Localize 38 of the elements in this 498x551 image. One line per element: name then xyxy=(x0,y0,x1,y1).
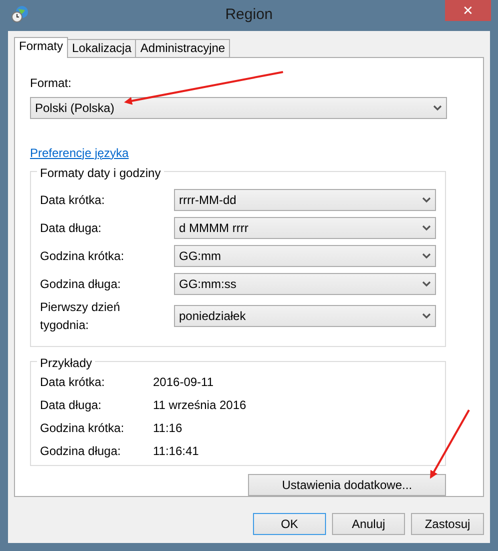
dropdown[interactable]: GG:mm xyxy=(174,245,436,268)
example-value: 11 września 2016 xyxy=(153,396,246,414)
example-value: 2016-09-11 xyxy=(153,374,214,391)
field-label: Format: xyxy=(30,75,72,92)
tab[interactable]: Administracyjne xyxy=(135,39,230,57)
caret-icon xyxy=(422,281,431,288)
tab[interactable]: Lokalizacja xyxy=(67,39,136,57)
dropdown[interactable]: rrrr-MM-dd xyxy=(174,189,436,212)
dialog-button[interactable]: Zastosuj xyxy=(411,513,484,535)
field-label: Pierwszy dzień tygodnia: xyxy=(40,299,122,334)
example-label: Data krótka: xyxy=(40,374,106,391)
field-label: Data krótka: xyxy=(40,192,106,210)
dialog-button[interactable]: Anuluj xyxy=(332,513,405,535)
example-value: 11:16 xyxy=(153,420,182,437)
dialog-button[interactable]: OK xyxy=(253,513,326,535)
example-label: Godzina krótka: xyxy=(40,420,126,437)
caret-icon xyxy=(433,104,442,111)
field-label: Data długa: xyxy=(40,220,102,238)
caret-icon xyxy=(422,313,431,320)
format-dropdown[interactable]: Polski (Polska) xyxy=(30,97,447,119)
dropdown[interactable]: poniedziałek xyxy=(174,305,436,328)
close-button[interactable]: ✕ xyxy=(445,0,491,21)
field-label: Godzina długa: xyxy=(40,276,122,294)
window-title: Region xyxy=(225,6,273,24)
dropdown[interactable]: d MMMM rrrr xyxy=(174,217,436,240)
dropdown[interactable]: GG:mm:ss xyxy=(174,273,436,296)
tab[interactable]: Formaty xyxy=(14,37,68,58)
example-value: 11:16:41 xyxy=(153,442,199,460)
caret-icon xyxy=(422,225,431,232)
field-label: Godzina krótka: xyxy=(40,248,126,266)
globe-clock-icon xyxy=(11,5,29,23)
caret-icon xyxy=(422,253,431,260)
caret-icon xyxy=(422,197,431,204)
additional-settings-button[interactable]: Ustawienia dodatkowe... xyxy=(248,474,446,496)
example-label: Godzina długa: xyxy=(40,442,122,460)
annotation-arrow xyxy=(430,410,470,479)
example-label: Data długa: xyxy=(40,396,102,414)
language-preferences-link[interactable]: Preferencje języka xyxy=(30,146,129,160)
